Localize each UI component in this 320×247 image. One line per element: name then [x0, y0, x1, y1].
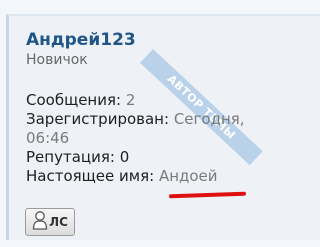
user-icon [32, 210, 48, 234]
registered-row: Зарегистрирован: Сегодня, [26, 110, 245, 129]
reputation-row: Репутация: 0 [26, 148, 245, 167]
messages-row: Сообщения: 2 [26, 91, 245, 110]
registered-time: 06:46 [26, 129, 70, 147]
reputation-label: Репутация: [26, 148, 115, 166]
registered-time-row: 06:46 [26, 129, 245, 148]
reputation-value: 0 [119, 148, 130, 166]
private-message-button[interactable]: ЛС [25, 208, 75, 236]
user-details: Сообщения: 2 Зарегистрирован: Сегодня, 0… [26, 91, 245, 186]
registered-label: Зарегистрирован: [26, 110, 170, 128]
messages-value[interactable]: 2 [126, 91, 136, 109]
registered-value: Сегодня, [173, 110, 245, 128]
username-link[interactable]: Андрей123 [26, 30, 136, 50]
pm-button-label: ЛС [49, 215, 68, 229]
messages-label: Сообщения: [26, 91, 122, 109]
user-rank: Новичок [26, 52, 88, 68]
realname-label: Настоящее имя: [26, 167, 155, 185]
realname-value: Андоей [158, 167, 218, 185]
realname-row: Настоящее имя: Андоей [26, 167, 245, 186]
